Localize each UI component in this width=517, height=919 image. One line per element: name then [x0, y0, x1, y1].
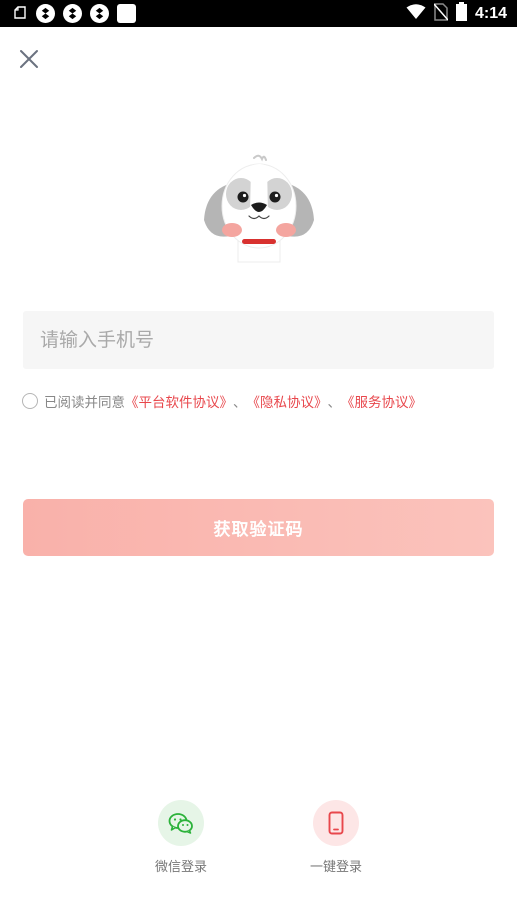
- agreement-prefix: 已阅读并同意: [44, 395, 125, 411]
- privacy-agreement-link[interactable]: 《隐私协议》: [247, 391, 328, 411]
- status-bar: 4:14: [0, 0, 517, 27]
- wifi-icon: [406, 3, 426, 24]
- app-icon: [63, 4, 82, 23]
- app-icon: [36, 4, 55, 23]
- square-icon: [117, 4, 136, 23]
- wechat-login-button[interactable]: 微信登录: [141, 800, 221, 875]
- wechat-login-label: 微信登录: [154, 860, 207, 875]
- no-sim-icon: [433, 2, 449, 25]
- status-bar-right: 4:14: [406, 2, 507, 25]
- agreement-separator: 、: [327, 395, 342, 411]
- status-time: 4:14: [474, 4, 507, 22]
- mobile-phone-icon: [328, 811, 344, 835]
- phone-input[interactable]: [23, 311, 494, 369]
- onekey-login-button[interactable]: 一键登录: [296, 800, 376, 875]
- close-icon: [20, 50, 38, 68]
- onekey-login-label: 一键登录: [309, 860, 362, 875]
- service-agreement-link[interactable]: 《服务协议》: [341, 391, 422, 411]
- notification-icon: [12, 4, 28, 24]
- agreement-separator: 、: [233, 395, 247, 411]
- battery-icon: [455, 2, 467, 25]
- agreement-checkbox[interactable]: [22, 393, 38, 409]
- dog-mascot-logo: [204, 154, 314, 263]
- get-code-button[interactable]: 获取验证码: [23, 499, 494, 556]
- wechat-icon: [168, 813, 193, 834]
- agreement-row: 已阅读并同意 《平台软件协议》 、 《隐私协议》 、 《服务协议》: [22, 391, 422, 411]
- status-bar-left: [12, 3, 136, 24]
- close-button[interactable]: [16, 46, 42, 72]
- app-icon: [90, 4, 109, 23]
- platform-agreement-link[interactable]: 《平台软件协议》: [125, 391, 233, 411]
- wechat-icon-circle: [158, 800, 204, 846]
- phone-icon-circle: [313, 800, 359, 846]
